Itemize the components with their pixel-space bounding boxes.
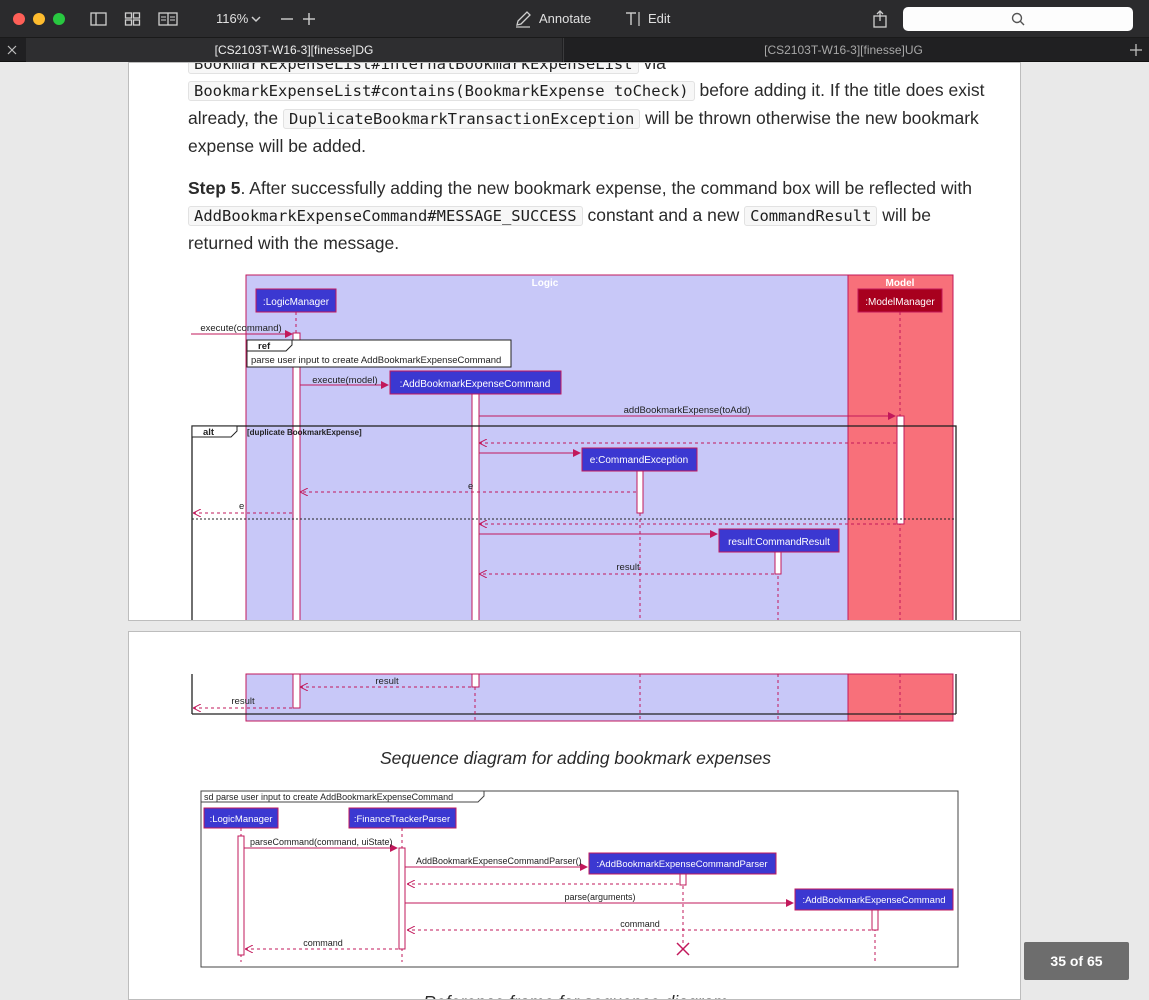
ref-label: ref xyxy=(258,341,271,352)
message-label: result xyxy=(231,696,255,707)
activation-bar xyxy=(871,909,879,931)
model-manager-label: :ModelManager xyxy=(865,297,935,308)
message-label: e xyxy=(468,481,473,492)
zoom-level[interactable]: 116% xyxy=(216,11,248,26)
activation-bar xyxy=(237,835,245,956)
page-indicator: 35 of 65 xyxy=(1024,942,1129,980)
activation-bar xyxy=(398,847,406,950)
command-parser-label: :AddBookmarkExpenseCommandParser xyxy=(596,859,767,870)
message-label: command xyxy=(303,938,343,948)
search-icon xyxy=(1011,12,1025,26)
command-exception-activation xyxy=(636,470,644,514)
add-command-label: :AddBookmarkExpenseCommand xyxy=(400,379,551,390)
ref-text: parse user input to create AddBookmarkEx… xyxy=(251,355,501,366)
command-result-label: result:CommandResult xyxy=(728,537,830,548)
sd-frame-label: sd parse user input to create AddBookmar… xyxy=(204,792,453,802)
document-page-36: result result sd parse user input to cre… xyxy=(128,631,1021,1000)
two-page-view-icon[interactable] xyxy=(158,9,178,29)
logic-label: Logic xyxy=(532,278,559,289)
annotate-button[interactable]: Annotate xyxy=(539,11,591,26)
share-icon[interactable] xyxy=(872,9,888,29)
zoom-window-button[interactable] xyxy=(53,13,65,25)
message-label: parseCommand(command, uiState) xyxy=(250,837,393,847)
activation-bar xyxy=(679,873,687,886)
sidebar-toggle-icon[interactable] xyxy=(90,9,108,29)
document-page-35: BookmarkExpenseList#internalBookmarkExpe… xyxy=(128,62,1021,621)
toolbar: 116% Annotate Edit xyxy=(0,0,1149,38)
new-tab-icon[interactable] xyxy=(1129,43,1143,62)
message-label: result xyxy=(375,676,399,687)
zoom-out-icon[interactable] xyxy=(280,9,294,29)
minimize-window-button[interactable] xyxy=(33,13,45,25)
tab-bar: [CS2103T-W16-3][finesse]DG [CS2103T-W16-… xyxy=(0,38,1149,62)
add-command-activation xyxy=(471,393,480,620)
logic-component-box xyxy=(245,274,849,620)
sequence-diagram-part1: Logic Model :LogicManager :ModelManager … xyxy=(191,274,957,620)
close-tab-icon[interactable] xyxy=(6,43,18,62)
figure-caption: Sequence diagram for adding bookmark exp… xyxy=(379,748,772,768)
command-result-activation xyxy=(774,551,782,575)
tab-user-guide[interactable]: [CS2103T-W16-3][finesse]UG xyxy=(563,38,1123,62)
alt-label: alt xyxy=(203,427,215,438)
sequence-diagram-part2: result result sd parse user input to cre… xyxy=(191,673,959,968)
chevron-down-icon[interactable] xyxy=(250,9,262,29)
message-label: command xyxy=(620,919,660,929)
close-window-button[interactable] xyxy=(13,13,25,25)
alt-frame-tab xyxy=(191,425,238,438)
add-command-label: :AddBookmarkExpenseCommand xyxy=(802,895,945,906)
model-manager-activation xyxy=(896,415,905,525)
figure-caption-next: Reference frame for sequence diagram xyxy=(129,992,1020,999)
message-label: e xyxy=(239,501,244,512)
thumbnail-grid-icon[interactable] xyxy=(124,9,142,29)
zoom-in-icon[interactable] xyxy=(302,9,316,29)
edit-text-cursor-icon[interactable] xyxy=(624,9,642,29)
alt-guard: [duplicate BookmarkExpense] xyxy=(247,428,362,437)
annotate-pen-icon[interactable] xyxy=(514,9,532,29)
command-exception-label: e:CommandException xyxy=(590,455,688,466)
message-label: addBookmarkExpense(toAdd) xyxy=(624,405,751,416)
message-label: parse(arguments) xyxy=(564,892,635,902)
logic-manager-label: :LogicManager xyxy=(210,814,273,825)
logic-manager-label: :LogicManager xyxy=(263,297,330,308)
message-label: result xyxy=(616,562,640,573)
finance-tracker-parser-label: :FinanceTrackerParser xyxy=(354,814,450,825)
message-label: AddBookmarkExpenseCommandParser() xyxy=(416,856,582,866)
logic-manager-activation xyxy=(292,332,301,620)
tab-developer-guide[interactable]: [CS2103T-W16-3][finesse]DG xyxy=(26,38,562,62)
edit-button[interactable]: Edit xyxy=(648,11,670,26)
message-label: execute(command) xyxy=(200,323,281,334)
model-label: Model xyxy=(886,278,915,289)
message-label: execute(model) xyxy=(312,375,377,386)
search-input[interactable] xyxy=(903,7,1133,31)
